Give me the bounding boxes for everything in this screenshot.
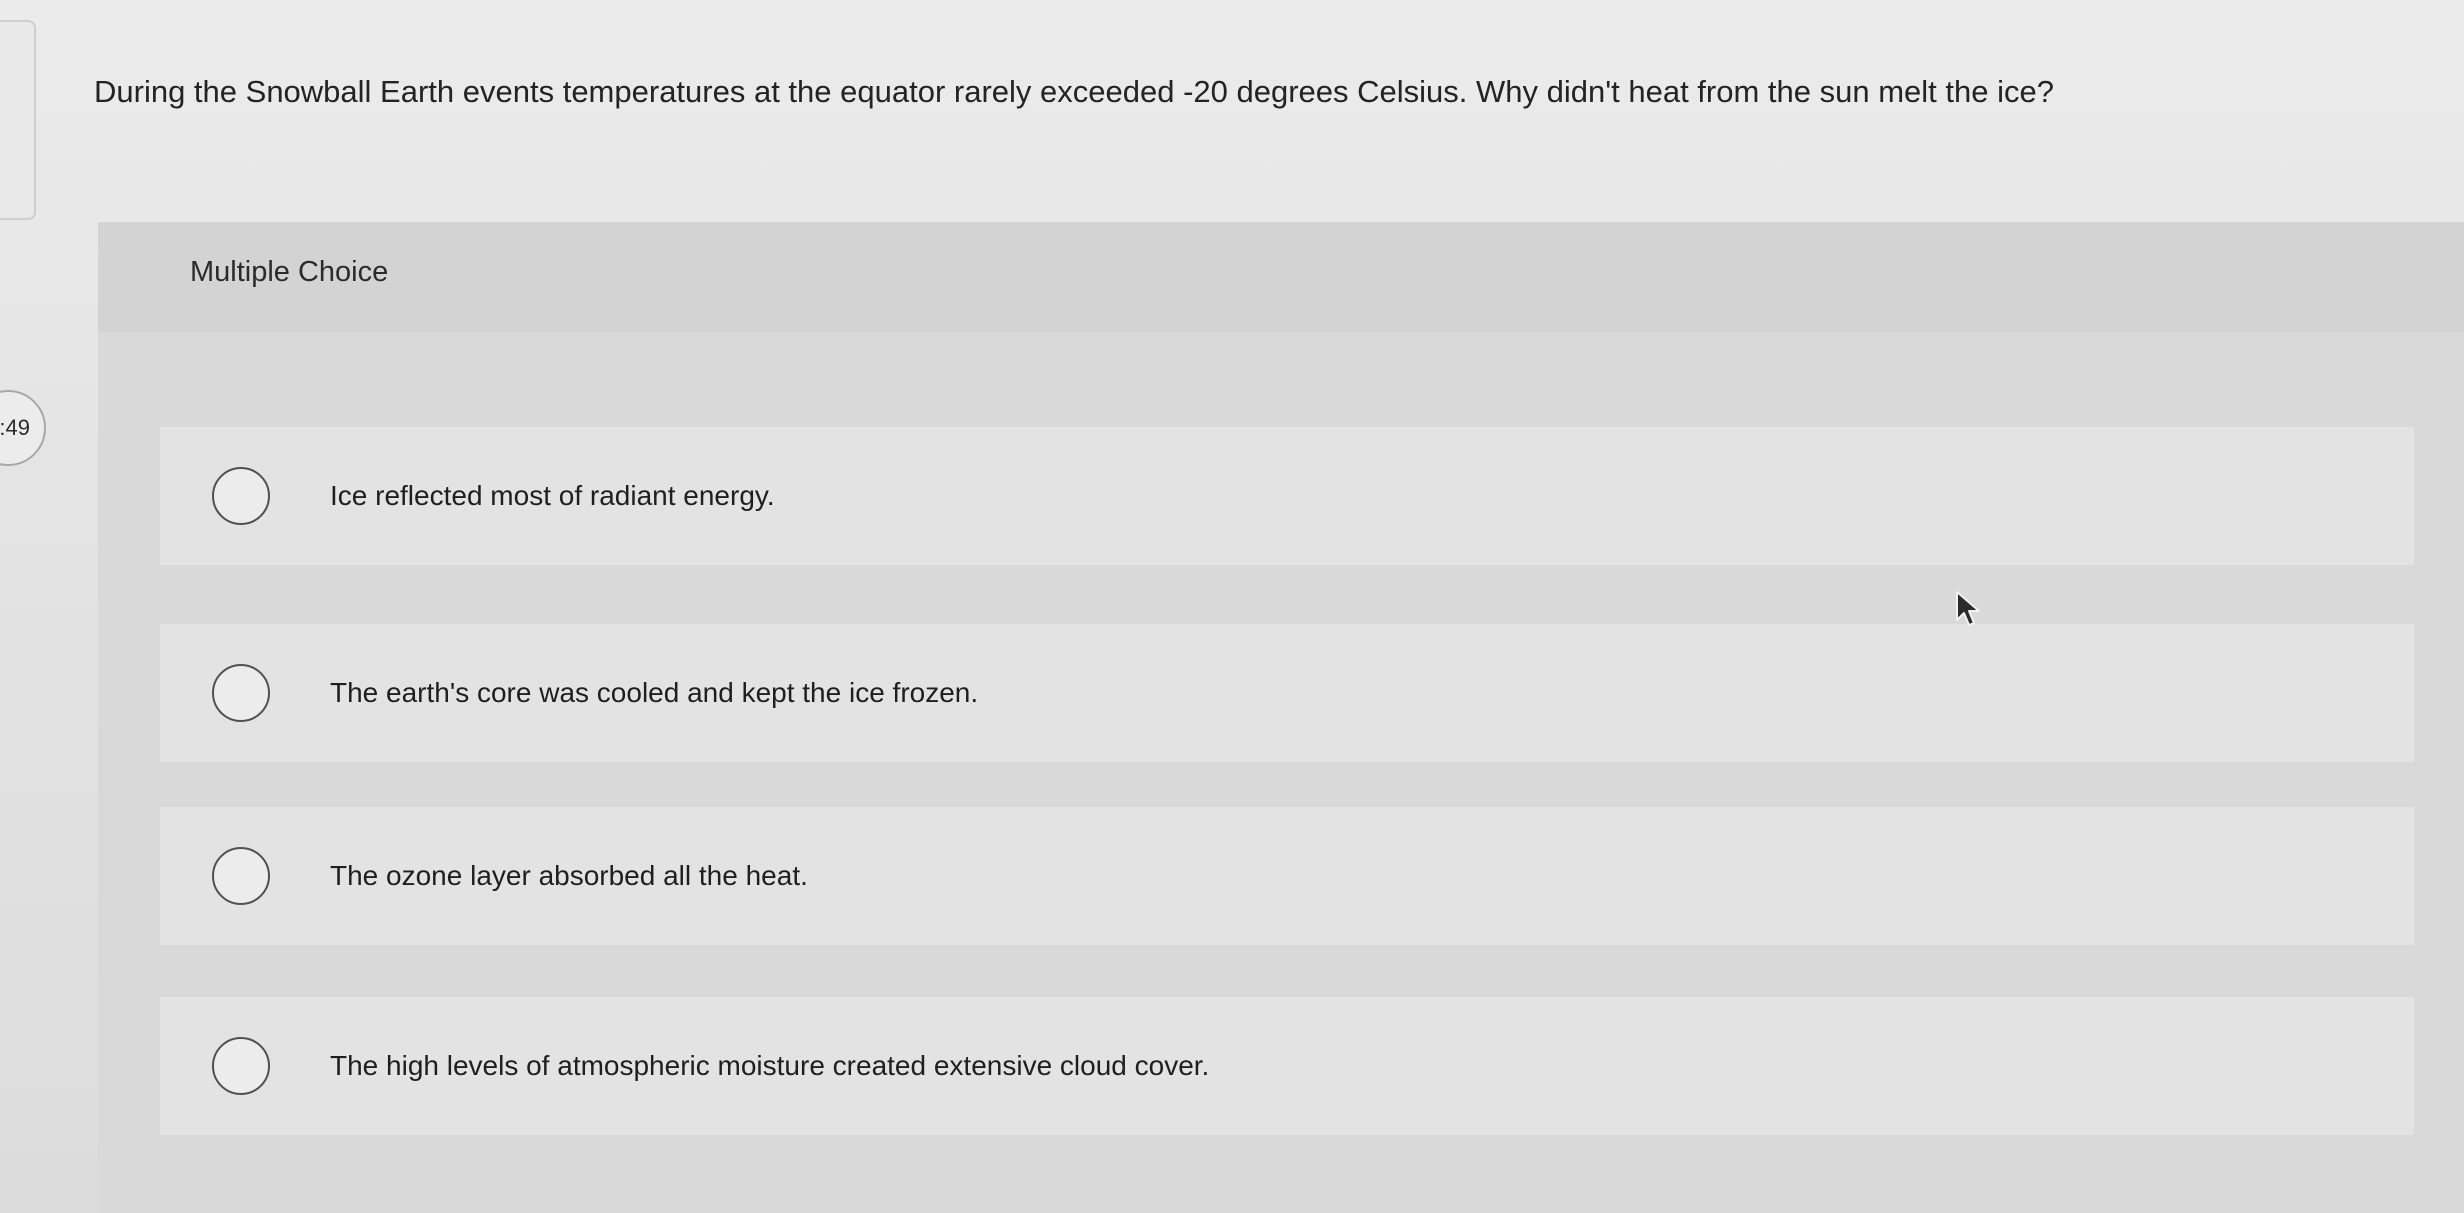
side-panel xyxy=(0,20,36,220)
answer-option-1[interactable]: Ice reflected most of radiant energy. xyxy=(160,427,2414,565)
answer-option-label: The ozone layer absorbed all the heat. xyxy=(330,860,808,891)
answer-option-2[interactable]: The earth's core was cooled and kept the… xyxy=(160,624,2414,762)
timer-badge: :49 xyxy=(0,390,46,466)
answer-option-4[interactable]: The high levels of atmospheric moisture … xyxy=(160,997,2414,1135)
question-type-label: Multiple Choice xyxy=(190,256,389,288)
choice-header: Multiple Choice xyxy=(98,222,2464,332)
radio-circle-icon[interactable] xyxy=(212,664,270,722)
answer-option-label: Ice reflected most of radiant energy. xyxy=(330,480,775,511)
multiple-choice-container: Multiple Choice Ice reflected most of ra… xyxy=(98,222,2464,1213)
answer-option-label: The earth's core was cooled and kept the… xyxy=(330,677,979,708)
mouse-pointer-icon xyxy=(1956,591,1980,626)
timer-text: :49 xyxy=(0,415,30,440)
quiz-page: :49 During the Snowball Earth events tem… xyxy=(0,0,2464,1213)
radio-circle-icon[interactable] xyxy=(212,1037,270,1095)
answer-option-3[interactable]: The ozone layer absorbed all the heat. xyxy=(160,807,2414,945)
answer-option-label: The high levels of atmospheric moisture … xyxy=(330,1050,1210,1081)
question-text: During the Snowball Earth events tempera… xyxy=(94,74,2054,109)
radio-circle-icon[interactable] xyxy=(212,847,270,905)
radio-circle-icon[interactable] xyxy=(212,467,270,525)
